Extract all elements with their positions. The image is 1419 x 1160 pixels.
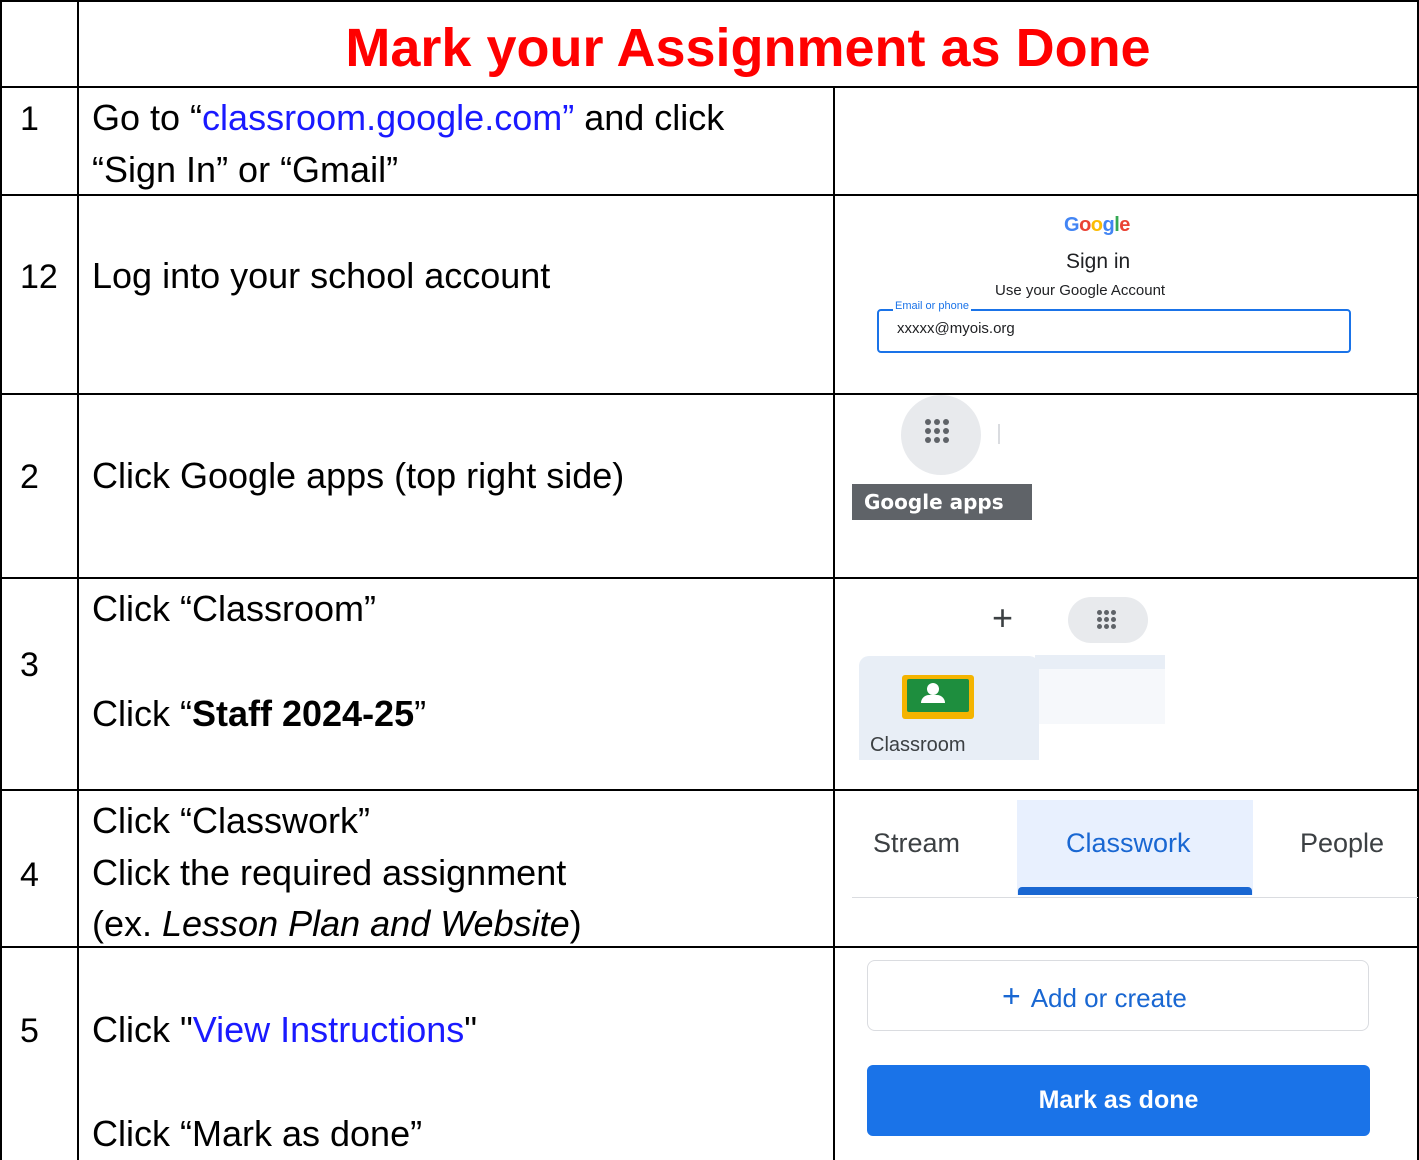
tab-divider <box>852 897 1418 898</box>
assignment-example: Lesson Plan and Website <box>162 903 570 944</box>
step-number: 2 <box>20 458 39 496</box>
google-logo-letter: g <box>1102 214 1115 236</box>
google-logo-letter: G <box>1064 214 1080 236</box>
classroom-icon <box>902 675 974 719</box>
page-title: Mark your Assignment as Done <box>345 18 1151 78</box>
classroom-tile-label: Classroom <box>870 734 966 756</box>
menu-bar <box>1035 655 1165 669</box>
step-text-prefix: Go to “ <box>92 97 203 138</box>
signin-subheading: Use your Google Account <box>995 282 1166 299</box>
google-apps-tooltip: Google apps <box>852 484 1032 520</box>
step-text-suffix: and click <box>574 97 725 138</box>
add-or-create-text: Add or create <box>1030 983 1187 1013</box>
apps-grid-icon <box>1097 610 1116 629</box>
plus-icon: + <box>1002 978 1021 1014</box>
email-field-label: Email or phone <box>893 300 971 312</box>
step-text: Click “Staff 2024-25” <box>92 688 426 740</box>
table-border-top <box>0 0 1419 2</box>
tab-classwork[interactable]: Classwork <box>1066 828 1191 859</box>
column-divider <box>77 0 79 1160</box>
classroom-link[interactable]: classroom.google.com” <box>202 97 574 138</box>
add-or-create-label: + Add or create <box>1002 978 1187 1015</box>
row-divider <box>0 86 1419 88</box>
step-text: Click Google apps (top right side) <box>92 455 625 496</box>
apps-grid-icon <box>925 419 949 443</box>
mark-as-done-button[interactable]: Mark as done <box>867 1065 1370 1136</box>
step-text-prefix: Click " <box>92 1009 193 1050</box>
class-name: Staff 2024-25 <box>191 693 415 734</box>
step-text: Click “Mark as done” <box>92 1113 423 1154</box>
signin-heading: Sign in <box>1066 250 1131 273</box>
step-number: 4 <box>20 856 39 894</box>
tab-active-indicator <box>1018 887 1252 895</box>
step-number: 3 <box>20 646 39 684</box>
google-logo-letter: o <box>1090 214 1103 236</box>
google-logo: Google <box>1064 214 1130 237</box>
divider <box>998 424 1000 444</box>
row-divider <box>0 577 1419 579</box>
step-text: (ex. Lesson Plan and Website) <box>92 898 582 950</box>
plus-icon[interactable]: + <box>992 598 1013 638</box>
step-text: Log into your school account <box>92 255 551 296</box>
step-number: 1 <box>20 100 39 138</box>
google-logo-letter: e <box>1119 214 1130 236</box>
step-number: 12 <box>20 258 58 296</box>
google-apps-button[interactable] <box>901 395 981 475</box>
instruction-table: Mark your Assignment as Done 1 Go to “cl… <box>0 0 1419 1160</box>
tab-stream[interactable]: Stream <box>873 828 960 859</box>
google-apps-button[interactable] <box>1068 597 1148 643</box>
step-text-prefix: Click “ <box>92 693 192 734</box>
row-divider <box>0 789 1419 791</box>
step-number: 5 <box>20 1012 39 1050</box>
table-border-left <box>0 0 2 1160</box>
google-logo-letter: o <box>1079 214 1091 236</box>
column-divider <box>833 86 835 1160</box>
step-text: Click “Classwork” <box>92 800 370 841</box>
step-text-suffix: " <box>464 1009 478 1050</box>
email-field-value[interactable]: xxxxx@myois.org <box>897 320 1015 337</box>
step-text: Click the required assignment <box>92 852 567 893</box>
view-instructions-link[interactable]: View Instructions <box>193 1009 464 1050</box>
step-text-line: “Sign In” or “Gmail” <box>92 149 399 190</box>
step-text-prefix: (ex. <box>92 903 163 944</box>
tab-people[interactable]: People <box>1300 828 1384 859</box>
step-text: Go to “classroom.google.com” and click “… <box>92 92 724 196</box>
menu-panel <box>1035 669 1165 724</box>
step-text: Click “Classroom” <box>92 588 377 629</box>
step-text-suffix: ) <box>569 903 582 944</box>
step-text-suffix: ” <box>414 693 427 734</box>
step-text: Click "View Instructions" <box>92 1004 477 1056</box>
row-divider <box>0 393 1419 395</box>
